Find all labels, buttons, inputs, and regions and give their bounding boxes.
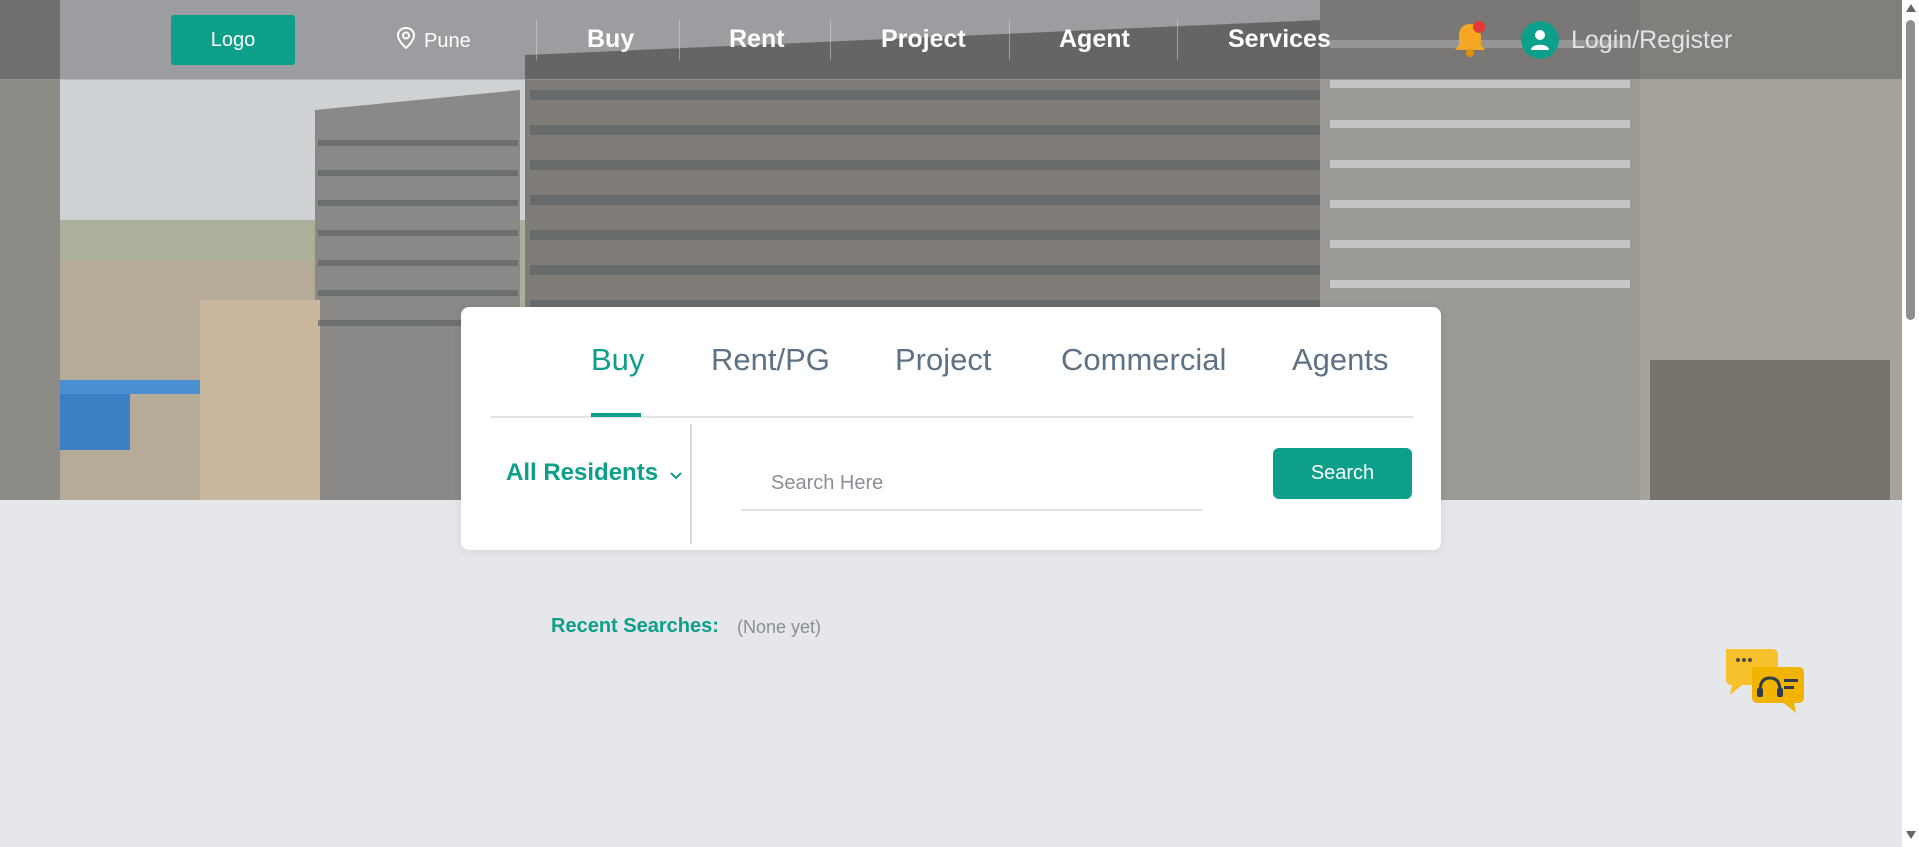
page-scrollbar[interactable] [1902,0,1919,847]
active-tab-indicator [591,413,641,417]
recent-searches-label: Recent Searches: [551,615,719,637]
nav-divider [1009,20,1010,60]
tab-commercial[interactable]: Commercial [1061,342,1226,378]
chat-support-icon [1726,649,1804,713]
resident-filter-dropdown[interactable]: All Residents [506,459,682,487]
login-register-link[interactable]: Login/Register [1571,26,1732,55]
nav-buy[interactable]: Buy [587,25,634,54]
tab-buy[interactable]: Buy [591,342,644,378]
nav-divider [1177,20,1178,60]
tab-rent-pg[interactable]: Rent/PG [711,342,830,378]
scroll-thumb[interactable] [1906,20,1915,320]
tab-agents[interactable]: Agents [1292,342,1389,378]
notification-bell[interactable] [1450,18,1490,60]
nav-project[interactable]: Project [881,25,966,54]
nav-divider [679,20,680,60]
nav-divider [536,20,537,60]
location-label: Pune [424,29,471,52]
search-tabs: Buy Rent/PG Project Commercial Agents [491,307,1413,418]
chat-support-widget[interactable] [1722,645,1806,717]
nav-rent[interactable]: Rent [729,25,785,54]
avatar[interactable] [1521,21,1559,59]
bell-icon [1455,21,1485,57]
resident-filter-label: All Residents [506,459,659,486]
user-icon [1531,30,1549,50]
search-input[interactable] [741,457,1202,511]
recent-searches-value: (None yet) [737,617,822,637]
tab-project[interactable]: Project [895,342,991,378]
logo-button[interactable]: Logo [171,15,295,65]
location-selector[interactable]: Pune [396,26,471,56]
chevron-down-icon [670,459,682,487]
top-navbar: Logo Pune Buy Rent Project Agent Service… [0,0,1902,80]
map-pin-icon [396,26,416,55]
card-divider [690,424,692,544]
nav-services[interactable]: Services [1228,25,1331,54]
search-card: Buy Rent/PG Project Commercial Agents Al… [461,307,1441,550]
scroll-up-arrow-icon[interactable] [1906,4,1916,12]
search-button[interactable]: Search [1273,448,1412,499]
page: Logo Pune Buy Rent Project Agent Service… [0,0,1902,840]
nav-agent[interactable]: Agent [1059,25,1130,54]
scroll-down-arrow-icon[interactable] [1906,831,1916,839]
notification-dot [1473,21,1485,33]
nav-divider [830,20,831,60]
